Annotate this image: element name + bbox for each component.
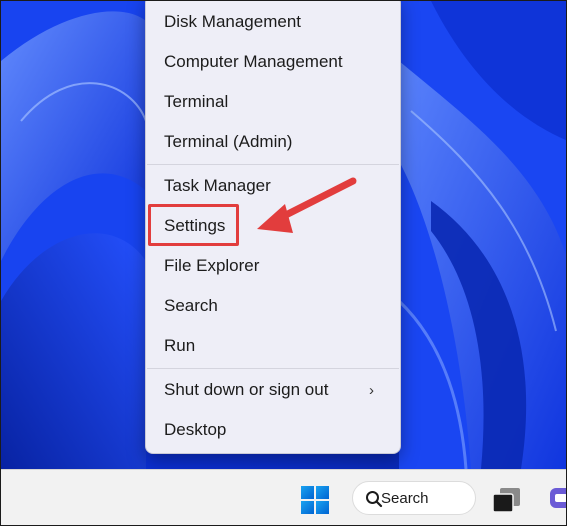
chat-icon[interactable]: [547, 484, 567, 514]
taskbar: Search: [1, 469, 567, 525]
windows-start-icon[interactable]: [299, 484, 331, 516]
task-view-icon[interactable]: [491, 486, 523, 516]
taskbar-search-box[interactable]: Search: [352, 481, 476, 515]
screen: Disk Management Computer Management Term…: [0, 0, 567, 526]
search-icon: [366, 491, 383, 508]
red-pointer-arrow-icon: [257, 177, 357, 233]
taskbar-search-label: Search: [381, 489, 429, 507]
